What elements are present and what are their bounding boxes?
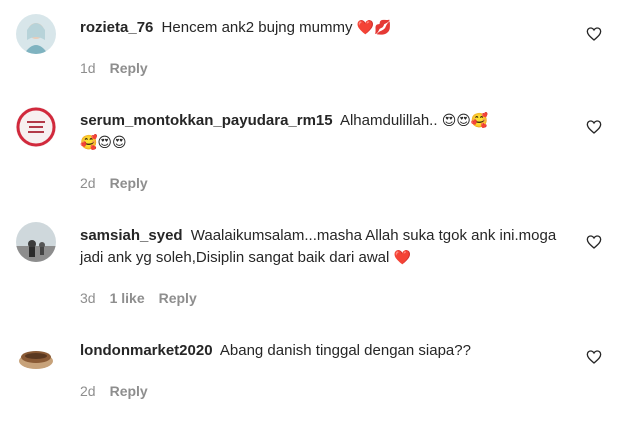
comment-username[interactable]: samsiah_syed bbox=[80, 227, 183, 244]
comment-emojis: 😍😍🥰 bbox=[441, 113, 489, 129]
like-heart-icon[interactable] bbox=[586, 349, 602, 365]
comment-time[interactable]: 1d bbox=[80, 60, 96, 76]
comment-meta: 2d Reply bbox=[80, 383, 162, 399]
comment-username[interactable]: serum_montokkan_payudara_rm15 bbox=[80, 112, 333, 129]
avatar[interactable] bbox=[16, 107, 56, 147]
comment-body: Abang danish tinggal dengan siapa?? bbox=[219, 342, 471, 359]
comment-emojis: ❤️💋 bbox=[356, 20, 392, 36]
reply-button[interactable]: Reply bbox=[110, 175, 148, 191]
reply-button[interactable]: Reply bbox=[110, 60, 148, 76]
comment-meta: 2d Reply bbox=[80, 175, 162, 191]
comment-username[interactable]: rozieta_76 bbox=[80, 19, 153, 36]
comment-body: Hencem ank2 bujng mummy bbox=[161, 19, 353, 36]
comment-time[interactable]: 2d bbox=[80, 175, 96, 191]
like-heart-icon[interactable] bbox=[586, 234, 602, 250]
comment-emojis: ❤️ bbox=[393, 250, 411, 266]
comment-text: londonmarket2020 Abang danish tinggal de… bbox=[80, 340, 560, 362]
comment-text: samsiah_syed Waalaikumsalam...masha Alla… bbox=[80, 225, 560, 269]
like-heart-icon[interactable] bbox=[586, 119, 602, 135]
avatar[interactable] bbox=[16, 337, 56, 377]
comment-emojis-line2: 🥰😍😍 bbox=[80, 135, 127, 151]
reply-button[interactable]: Reply bbox=[159, 290, 197, 306]
comment-meta: 3d 1 like Reply bbox=[80, 290, 211, 306]
avatar[interactable] bbox=[16, 222, 56, 262]
like-heart-icon[interactable] bbox=[586, 26, 602, 42]
comment-text: serum_montokkan_payudara_rm15 Alhamdulil… bbox=[80, 110, 560, 154]
reply-button[interactable]: Reply bbox=[110, 383, 148, 399]
avatar[interactable] bbox=[16, 14, 56, 54]
likes-count[interactable]: 1 like bbox=[110, 290, 145, 306]
comment-meta: 1d Reply bbox=[80, 60, 162, 76]
comment-body: Alhamdulillah.. bbox=[339, 112, 438, 129]
comment-time[interactable]: 3d bbox=[80, 290, 96, 306]
comment-username[interactable]: londonmarket2020 bbox=[80, 342, 213, 359]
comment-text: rozieta_76 Hencem ank2 bujng mummy ❤️💋 bbox=[80, 17, 560, 39]
comment-time[interactable]: 2d bbox=[80, 383, 96, 399]
